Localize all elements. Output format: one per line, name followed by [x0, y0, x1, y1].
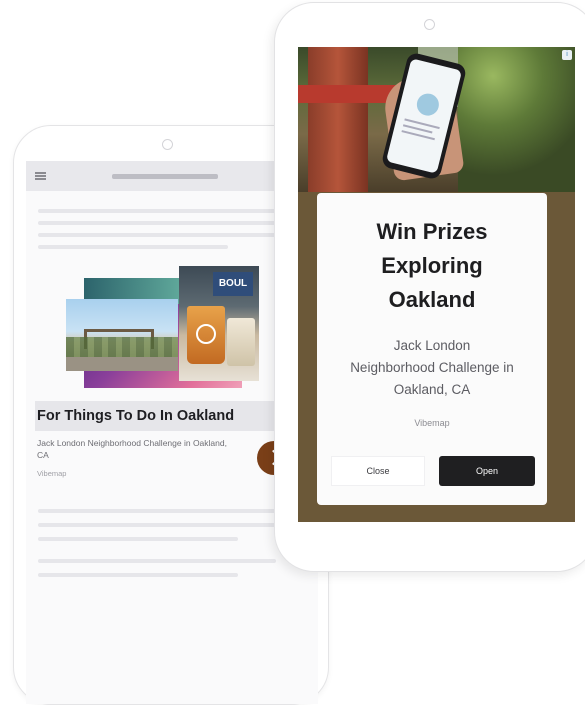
hero-photo: i — [298, 47, 575, 192]
ad-choices-icon[interactable]: i — [562, 50, 572, 60]
placeholder-line — [38, 573, 238, 577]
ad-description: Jack London Neighborhood Challenge in Oa… — [37, 438, 227, 460]
placeholder-line — [38, 209, 276, 213]
hamburger-icon[interactable] — [35, 172, 46, 180]
card-subtitle: Jack London Neighborhood Challenge in Oa… — [350, 338, 514, 397]
open-button[interactable]: Open — [439, 456, 535, 486]
placeholder-line — [38, 221, 276, 225]
placeholder-line — [38, 559, 276, 563]
address-bar[interactable] — [112, 174, 218, 179]
card-brand: Vibemap — [414, 418, 450, 428]
ad-source: Vibemap — [37, 469, 67, 478]
photo-sign: BOUL — [213, 272, 253, 296]
placeholder-line — [38, 233, 276, 237]
interstitial-ad-screen: i Win Prizes Exploring Oakland Jack Lond… — [298, 47, 575, 522]
placeholder-line — [38, 523, 276, 527]
front-phone-mockup: i Win Prizes Exploring Oakland Jack Lond… — [274, 2, 585, 572]
gate-photo — [66, 299, 178, 371]
drink-photo: BOUL — [179, 266, 259, 381]
ad-image-collage[interactable]: BOUL — [66, 266, 262, 396]
phone-speaker — [424, 19, 435, 30]
placeholder-line — [38, 245, 228, 249]
placeholder-line — [38, 537, 238, 541]
card-title: Win Prizes Exploring Oakland — [376, 219, 488, 312]
placeholder-line — [38, 509, 276, 513]
phone-speaker — [162, 139, 173, 150]
close-button[interactable]: Close — [331, 456, 425, 486]
ad-card: Win Prizes Exploring Oakland Jack London… — [317, 193, 547, 505]
ad-title[interactable]: For Things To Do In Oakland — [37, 408, 234, 424]
